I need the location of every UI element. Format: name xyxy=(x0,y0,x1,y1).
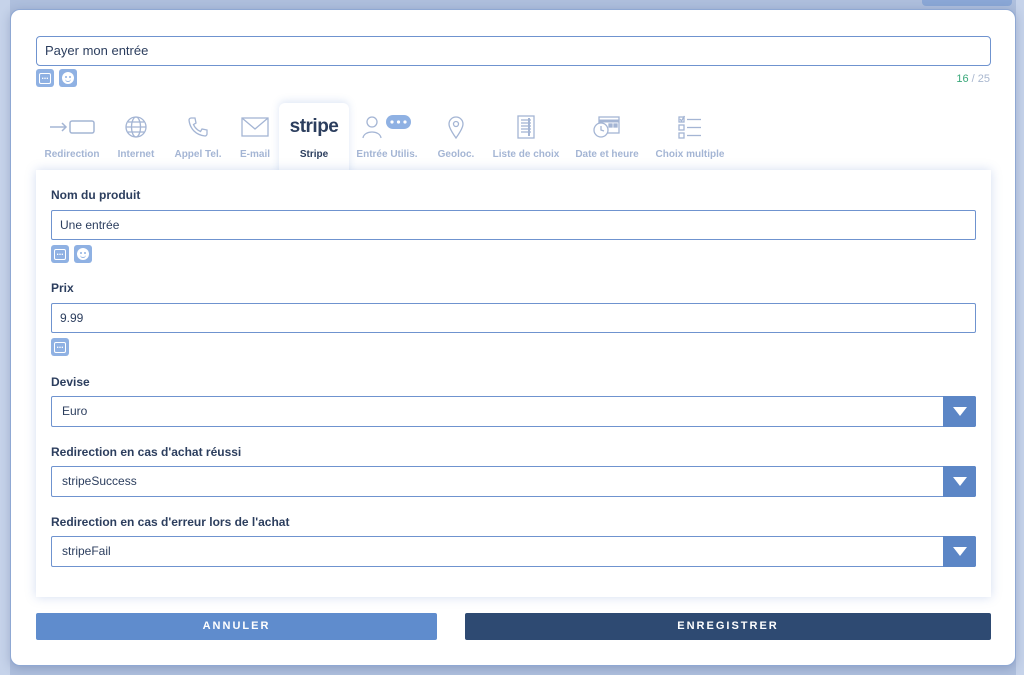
counter-max: 25 xyxy=(977,73,990,85)
arrow-redirect-icon xyxy=(36,109,108,145)
product-name-label: Nom du produit xyxy=(51,188,141,202)
stripe-form-panel: Nom du produit Une entrée … Prix 9.99 … … xyxy=(36,170,991,597)
tab-phone-call[interactable]: Appel Tel. xyxy=(170,103,226,178)
tab-geoloc[interactable]: Geoloc. xyxy=(436,103,476,178)
cancel-button[interactable]: ANNULER xyxy=(36,613,437,640)
price-label: Prix xyxy=(51,281,74,295)
tab-label: E-mail xyxy=(239,149,270,160)
envelope-icon xyxy=(236,109,274,145)
list-icon xyxy=(491,109,561,145)
price-input[interactable]: 9.99 xyxy=(51,303,976,333)
product-variable-button[interactable]: … xyxy=(51,245,69,263)
price-variable-button[interactable]: … xyxy=(51,338,69,356)
char-counter: 16 / 25 xyxy=(956,73,990,85)
backdrop-right xyxy=(1016,0,1024,675)
tab-label: Stripe xyxy=(299,149,329,160)
tab-date-time[interactable]: Date et heure xyxy=(573,103,641,178)
map-pin-icon xyxy=(436,109,476,145)
tab-multiple-choice[interactable]: Choix multiple xyxy=(653,103,727,178)
calendar-clock-icon xyxy=(573,109,641,145)
tab-redirection[interactable]: Redirection xyxy=(36,103,108,178)
globe-icon xyxy=(112,109,160,145)
error-redirect-value: stripeFail xyxy=(62,544,111,558)
chevron-down-icon[interactable] xyxy=(943,396,976,427)
currency-select[interactable]: Euro xyxy=(51,396,976,427)
product-emoji-button[interactable] xyxy=(74,245,92,263)
tab-label: Redirection xyxy=(44,149,100,160)
tab-label: Date et heure xyxy=(575,149,639,160)
error-redirect-select[interactable]: stripeFail xyxy=(51,536,976,567)
phone-icon xyxy=(170,109,226,145)
action-type-tabs: Redirection Internet Appel Tel. E-mail s… xyxy=(36,103,736,178)
success-redirect-value: stripeSuccess xyxy=(62,474,137,488)
error-redirect-label: Redirection en cas d'erreur lors de l'ac… xyxy=(51,515,290,529)
tab-label: Choix multiple xyxy=(655,149,725,160)
brackets-icon: … xyxy=(39,72,51,84)
checklist-icon xyxy=(653,109,727,145)
tab-label: Appel Tel. xyxy=(174,149,222,160)
backdrop-tab xyxy=(922,0,1012,6)
currency-value: Euro xyxy=(62,404,88,418)
tab-internet[interactable]: Internet xyxy=(112,103,160,178)
stripe-logo-text: stripe xyxy=(289,116,339,137)
stripe-logo: stripe xyxy=(279,109,349,145)
stripe-action-dialog: Payer mon entrée … 16 / 25 Redirection I… xyxy=(10,9,1016,666)
variable-insert-button[interactable]: … xyxy=(36,69,54,87)
brackets-icon: … xyxy=(54,248,66,260)
tab-label: Entrée Utilis. xyxy=(356,149,418,160)
button-title-input[interactable]: Payer mon entrée xyxy=(36,36,991,66)
tab-label: Liste de choix xyxy=(492,149,560,160)
brackets-icon: … xyxy=(54,341,66,353)
smiley-icon xyxy=(62,72,74,84)
tab-user-input[interactable]: Entrée Utilis. xyxy=(354,103,420,178)
counter-separator: / xyxy=(968,73,978,85)
currency-label: Devise xyxy=(51,375,90,389)
chevron-down-icon[interactable] xyxy=(943,536,976,567)
tab-choice-list[interactable]: Liste de choix xyxy=(491,103,561,178)
success-redirect-select[interactable]: stripeSuccess xyxy=(51,466,976,497)
smiley-icon xyxy=(77,248,89,260)
backdrop-left xyxy=(0,0,10,675)
tab-label: Internet xyxy=(117,149,155,160)
tab-stripe[interactable]: stripe Stripe xyxy=(279,103,349,178)
save-button[interactable]: ENREGISTRER xyxy=(465,613,991,640)
chevron-down-icon[interactable] xyxy=(943,466,976,497)
user-input-icon xyxy=(354,109,420,145)
product-name-input[interactable]: Une entrée xyxy=(51,210,976,240)
tab-email[interactable]: E-mail xyxy=(236,103,274,178)
tab-label: Geoloc. xyxy=(437,149,475,160)
emoji-button[interactable] xyxy=(59,69,77,87)
success-redirect-label: Redirection en cas d'achat réussi xyxy=(51,445,242,459)
counter-current: 16 xyxy=(956,73,969,85)
